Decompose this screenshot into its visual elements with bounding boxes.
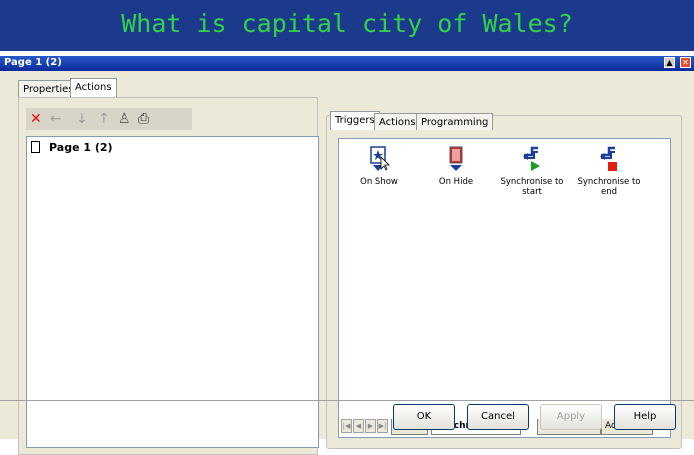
arrow-left-icon[interactable]: ← (50, 111, 62, 127)
tree-item-page[interactable]: Page 1 (2) (49, 141, 113, 154)
trigger-on-hide[interactable]: On Hide (416, 145, 496, 187)
tab-programming[interactable]: Programming (416, 113, 494, 130)
trigger-on-hide-label: On Hide (438, 177, 474, 187)
window-titlebar: Page 1 (2) ▲ ✕ (0, 56, 694, 71)
trigger-on-show-label: On Show (360, 177, 398, 187)
first-tab-button[interactable]: |◀ (341, 419, 352, 433)
person-icon[interactable]: ♙ (118, 111, 131, 127)
window-title: Page 1 (2) (4, 57, 62, 68)
ok-button[interactable]: OK (393, 404, 455, 430)
sync-end-icon (597, 145, 621, 173)
sync-start-icon (520, 145, 544, 173)
toolbar: ✕ ← ↓ ↑ ♙ ⎙ (26, 108, 192, 130)
separator (0, 400, 694, 401)
on-show-icon (367, 145, 391, 173)
arrow-down-icon[interactable]: ↓ (76, 111, 88, 127)
prev-tab-button[interactable]: ◀ (353, 419, 364, 433)
question-text: What is capital city of Wales? (121, 9, 573, 38)
trigger-on-show[interactable]: On Show (339, 145, 419, 187)
on-hide-icon (444, 145, 468, 173)
cancel-button[interactable]: Cancel (467, 404, 529, 430)
last-tab-button[interactable]: ▶| (377, 419, 388, 433)
minimize-button[interactable]: ▲ (664, 57, 675, 68)
trigger-sync-start[interactable]: Synchronise to start (492, 145, 572, 197)
print-icon[interactable]: ⎙ (138, 111, 149, 127)
page-icon (31, 141, 40, 153)
trigger-sync-end-label: Synchronise to end (577, 177, 641, 197)
triggers-panel: On Show On Hide Synchronise to start Syn… (338, 138, 671, 438)
delete-icon[interactable]: ✕ (30, 111, 42, 127)
action-tree[interactable]: Page 1 (2) (26, 136, 319, 448)
dialog-body: Properties Actions ✕ ← ↓ ↑ ♙ ⎙ Page 1 (2… (0, 71, 694, 455)
tab-right-actions[interactable]: Actions (374, 113, 421, 130)
trigger-sync-start-label: Synchronise to start (500, 177, 564, 197)
next-tab-button[interactable]: ▶ (365, 419, 376, 433)
question-banner: What is capital city of Wales? (0, 0, 694, 51)
arrow-up-icon[interactable]: ↑ (98, 111, 110, 127)
apply-button[interactable]: Apply (540, 404, 602, 430)
tab-triggers[interactable]: Triggers (330, 111, 380, 130)
tab-actions[interactable]: Actions (70, 78, 117, 97)
trigger-sync-end[interactable]: Synchronise to end (569, 145, 649, 197)
help-button[interactable]: Help (614, 404, 676, 430)
close-button[interactable]: ✕ (680, 57, 691, 68)
